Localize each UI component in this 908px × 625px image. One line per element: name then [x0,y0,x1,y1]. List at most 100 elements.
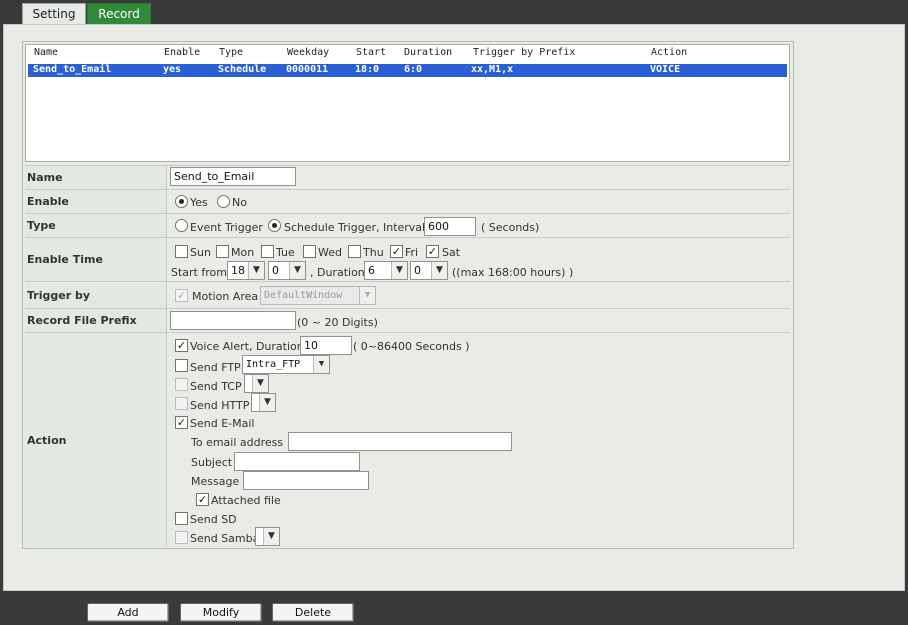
interval-input[interactable]: 600 [424,217,476,236]
send-email-checkbox[interactable]: ✓ [175,416,188,429]
delete-button[interactable]: Delete [272,603,354,622]
type-schedule-label: Schedule Trigger, Interval [284,221,426,234]
tab-record[interactable]: Record [87,3,151,24]
label-name: Name [25,166,167,189]
rule-weekday: 0000011 [286,64,329,75]
day-mon-label: Mon [231,246,255,259]
day-sat-checkbox[interactable]: ✓ [426,245,439,258]
duration-label: , Duration [310,266,365,279]
chevron-down-icon: ▼ [431,262,447,279]
duration-hour-select[interactable]: 6 ▼ [364,261,408,280]
prefix-note: (0 ~ 20 Digits) [297,316,378,329]
chevron-down-icon: ▼ [289,262,305,279]
label-enable-time: Enable Time [25,238,167,281]
col-name: Name [34,47,59,58]
send-ftp-label: Send FTP [190,361,241,374]
tcp-select[interactable]: ▼ [244,374,269,393]
prefix-input[interactable] [170,311,296,330]
col-enable: Enable [164,47,201,58]
samba-select[interactable]: ▼ [255,527,280,546]
row-trigger-by: Trigger by ✓ Motion Area DefaultWindow ▼ [25,281,790,308]
rule-enable: yes [163,64,182,75]
chevron-down-icon: ▼ [259,394,275,411]
add-button[interactable]: Add [87,603,169,622]
send-samba-checkbox[interactable] [175,531,188,544]
row-enable: Enable Yes No [25,189,790,213]
day-tue-checkbox[interactable] [261,245,274,258]
tab-setting[interactable]: Setting [22,3,86,24]
send-ftp-checkbox[interactable] [175,359,188,372]
rule-action: VOICE [650,64,681,75]
rule-list-header: Name Enable Type Weekday Start Duration … [26,47,789,60]
to-email-input[interactable] [288,432,512,451]
col-trigger: Trigger by Prefix [473,47,576,58]
subject-input[interactable] [234,452,360,471]
voice-alert-checkbox[interactable]: ✓ [175,339,188,352]
subject-label: Subject [191,456,233,469]
max-duration-note: ((max 168:00 hours) ) [452,266,574,279]
label-enable: Enable [25,190,167,213]
row-type: Type Event Trigger Schedule Trigger, Int… [25,213,790,237]
voice-duration-note: ( 0~86400 Seconds ) [353,340,470,353]
motion-window-select[interactable]: DefaultWindow ▼ [260,286,376,305]
chevron-down-icon: ▼ [359,287,375,304]
chevron-down-icon: ▼ [248,262,264,279]
day-sat-label: Sat [442,246,461,259]
label-type: Type [25,214,167,237]
motion-area-label: Motion Area [192,290,259,303]
send-email-label: Send E-Mail [190,417,255,430]
attached-file-label: Attached file [211,494,281,507]
day-wed-label: Wed [318,246,342,259]
ftp-select[interactable]: Intra_FTP ▼ [242,355,330,374]
ftp-select-value: Intra_FTP [246,359,301,370]
voice-duration-input[interactable]: 10 [300,336,352,355]
rule-list[interactable]: Name Enable Type Weekday Start Duration … [25,44,790,162]
rule-start: 18:0 [355,64,380,75]
type-event-radio[interactable] [175,219,188,232]
day-thu-label: Thu [363,246,384,259]
send-sd-label: Send SD [190,513,237,526]
day-fri-label: Fri [405,246,419,259]
start-hour-value: 18 [231,264,245,277]
http-select[interactable]: ▼ [251,393,276,412]
col-type: Type [219,47,244,58]
day-thu-checkbox[interactable] [348,245,361,258]
day-mon-checkbox[interactable] [216,245,229,258]
voice-alert-label: Voice Alert, Duration [190,340,304,353]
send-tcp-checkbox[interactable] [175,378,188,391]
chevron-down-icon: ▼ [313,356,329,373]
duration-min-select[interactable]: 0 ▼ [410,261,448,280]
send-sd-checkbox[interactable] [175,512,188,525]
rule-row[interactable]: Send_to_Email yes Schedule 0000011 18:0 … [28,64,787,77]
motion-window-value: DefaultWindow [264,290,343,301]
label-record-prefix: Record File Prefix [25,309,167,332]
day-tue-label: Tue [276,246,295,259]
interval-unit: ( Seconds) [481,221,540,234]
type-schedule-radio[interactable] [268,219,281,232]
start-min-select[interactable]: 0 ▼ [268,261,306,280]
attached-file-checkbox[interactable]: ✓ [196,493,209,506]
enable-no-radio[interactable] [217,195,230,208]
type-event-label: Event Trigger [190,221,263,234]
enable-yes-radio[interactable] [175,195,188,208]
tab-bar: Setting Record [0,0,908,24]
modify-button[interactable]: Modify [180,603,262,622]
rule-name: Send_to_Email [33,64,112,75]
motion-area-checkbox[interactable]: ✓ [175,289,188,302]
row-record-prefix: Record File Prefix (0 ~ 20 Digits) [25,308,790,332]
name-input[interactable]: Send_to_Email [170,167,296,186]
day-sun-label: Sun [190,246,211,259]
message-input[interactable] [243,471,369,490]
col-weekday: Weekday [287,47,330,58]
day-fri-checkbox[interactable]: ✓ [390,245,403,258]
row-enable-time: Enable Time Sun Mon Tue Wed Thu ✓ Fri ✓ … [25,237,790,281]
day-wed-checkbox[interactable] [303,245,316,258]
col-action: Action [651,47,688,58]
day-sun-checkbox[interactable] [175,245,188,258]
send-samba-label: Send Samba [190,532,260,545]
col-duration: Duration [404,47,453,58]
enable-no-label: No [232,196,247,209]
send-http-checkbox[interactable] [175,397,188,410]
start-hour-select[interactable]: 18 ▼ [227,261,265,280]
row-name: Name Send_to_Email [25,165,790,189]
